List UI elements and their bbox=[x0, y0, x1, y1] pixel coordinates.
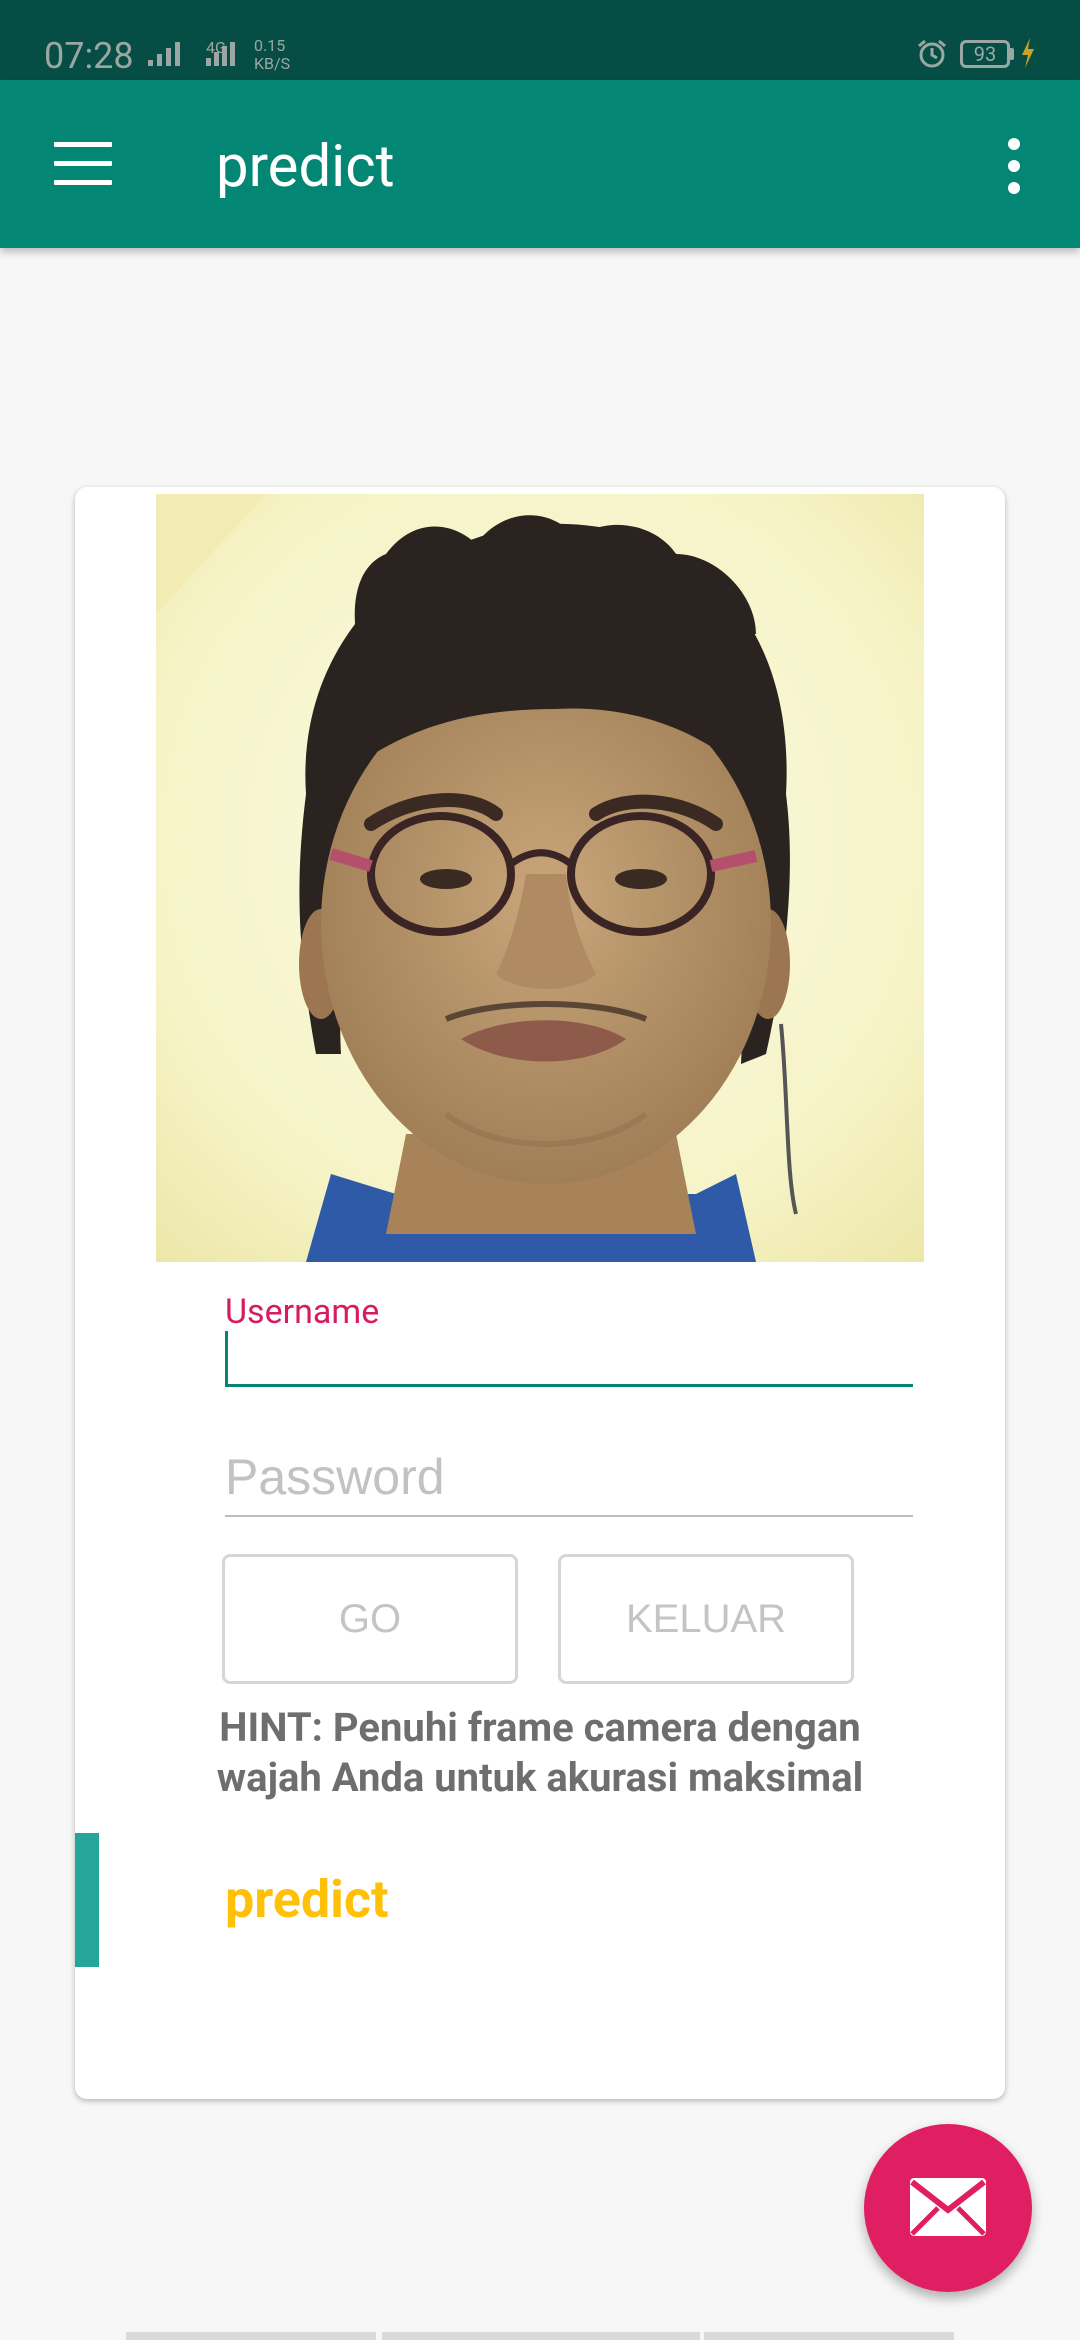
status-bar: 07:28 4G 0.15 KB/S 93 bbox=[0, 0, 1080, 80]
hint-text: HINT: Penuhi frame camera dengan wajah A… bbox=[180, 1703, 900, 1803]
more-vert-icon[interactable] bbox=[1000, 138, 1030, 198]
password-input[interactable] bbox=[225, 1447, 913, 1517]
speed-unit: KB/S bbox=[254, 54, 291, 73]
app-bar-title: predict bbox=[216, 133, 395, 201]
charging-bolt-icon bbox=[1022, 38, 1034, 68]
status-time: 07:28 bbox=[44, 35, 134, 77]
bottom-bar-segment bbox=[126, 2332, 376, 2340]
bottom-bar-segment bbox=[704, 2332, 954, 2340]
battery-tip bbox=[1010, 48, 1014, 60]
signal-2-icon bbox=[206, 42, 235, 66]
app-bar: predict bbox=[0, 80, 1080, 248]
signal-icon bbox=[148, 42, 180, 66]
hint-line-1: HINT: Penuhi frame camera dengan bbox=[219, 1704, 861, 1751]
predict-card: Username GO KELUAR HINT: Penuhi frame ca… bbox=[75, 487, 1005, 2099]
battery-level: 93 bbox=[973, 42, 997, 66]
bottom-bar-segment bbox=[382, 2332, 700, 2340]
speed-value: 0.15 bbox=[254, 36, 286, 55]
username-label: Username bbox=[225, 1292, 380, 1332]
mail-icon bbox=[910, 2178, 986, 2236]
username-input[interactable] bbox=[225, 1331, 913, 1387]
text-cursor bbox=[225, 1331, 228, 1387]
keluar-button[interactable]: KELUAR bbox=[558, 1554, 854, 1684]
alarm-icon bbox=[918, 39, 946, 68]
mail-fab-button[interactable] bbox=[864, 2124, 1032, 2292]
prediction-result: predict bbox=[225, 1869, 389, 1930]
battery-indicator: 93 bbox=[960, 40, 1010, 68]
go-button[interactable]: GO bbox=[222, 1554, 518, 1684]
network-speed: 0.15 KB/S bbox=[254, 37, 290, 73]
hint-line-2: wajah Anda untuk akurasi maksimal bbox=[216, 1754, 864, 1801]
hamburger-menu-icon[interactable] bbox=[54, 142, 112, 186]
camera-preview-image bbox=[156, 494, 924, 1262]
result-accent-bar bbox=[75, 1833, 99, 1967]
